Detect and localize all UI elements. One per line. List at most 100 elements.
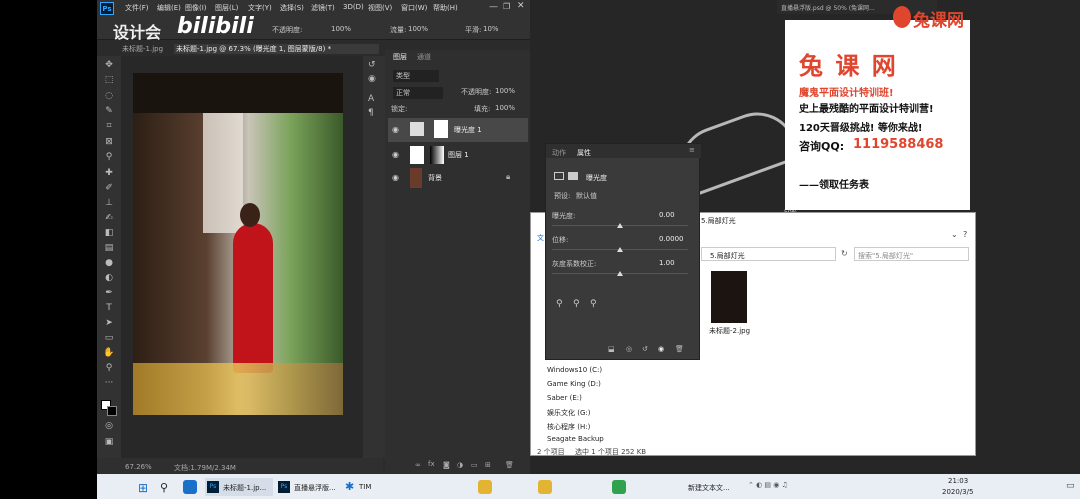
layer-mask-thumb[interactable]: [434, 120, 448, 138]
smooth-value[interactable]: 10%: [483, 25, 499, 33]
expand-ribbon-icon[interactable]: ⌄: [951, 230, 958, 239]
preset-select[interactable]: 默认值: [576, 191, 597, 201]
quick-select-icon[interactable]: ✎: [102, 106, 116, 116]
layer-row-exposure[interactable]: ◉ 曝光度 1: [388, 118, 528, 142]
windows-start-icon[interactable]: ⊞: [138, 481, 148, 499]
taskbar-ps-live[interactable]: Ps 直播悬浮版...: [276, 478, 342, 496]
crop-tool-icon[interactable]: ⌗: [102, 121, 116, 131]
folder-icon[interactable]: [478, 480, 492, 494]
eyedropper-white-icon[interactable]: ⚲: [590, 299, 597, 309]
menu-help[interactable]: 帮助(H): [433, 3, 458, 13]
menu-window[interactable]: 窗口(W): [401, 3, 427, 13]
menu-3d[interactable]: 3D(D): [343, 3, 364, 11]
menu-layer[interactable]: 图层(L): [215, 3, 238, 13]
tab-doc-2[interactable]: 未标题-1.jpg @ 67.3% (曝光度 1, 图层蒙版/8) *: [174, 44, 379, 54]
layer-row-background[interactable]: ◉ 背景 🔒︎: [388, 166, 528, 190]
healing-brush-icon[interactable]: ✚: [102, 168, 116, 178]
add-mask-icon[interactable]: ◙: [443, 461, 450, 469]
canvas-photo[interactable]: [133, 73, 343, 415]
exposure-slider-knob[interactable]: [617, 223, 623, 228]
help-icon[interactable]: ?: [963, 230, 967, 239]
zoom-tool-icon[interactable]: ⚲: [102, 363, 116, 373]
background-color[interactable]: [107, 406, 117, 416]
tab-actions[interactable]: 动作: [552, 148, 566, 158]
drive-item[interactable]: Windows10 (C:): [547, 366, 602, 374]
menu-view[interactable]: 视图(V): [368, 3, 392, 13]
drive-item[interactable]: Game King (D:): [547, 380, 601, 388]
opacity-value[interactable]: 100%: [331, 25, 351, 33]
view-previous-icon[interactable]: ◎: [626, 345, 632, 353]
layer-opacity-value[interactable]: 100%: [495, 87, 515, 95]
new-layer-icon[interactable]: ⊞: [485, 461, 491, 469]
color-icon[interactable]: ◉: [368, 74, 376, 84]
restore-icon[interactable]: ❐: [503, 2, 510, 11]
taskbar-ps-doc[interactable]: Ps 未标题-1.jp...: [205, 478, 273, 496]
flow-value[interactable]: 100%: [408, 25, 428, 33]
menu-select[interactable]: 选择(S): [280, 3, 304, 13]
reset-icon[interactable]: ↺: [642, 345, 648, 353]
quick-mask-icon[interactable]: ◎: [102, 421, 116, 431]
search-icon[interactable]: ⚲: [160, 481, 168, 499]
visibility-eye-icon[interactable]: ◉: [392, 125, 399, 134]
adjustment-icon[interactable]: ◑: [457, 461, 463, 469]
tray-icons[interactable]: ⌃ ◐ ▤ ◉ ♫: [748, 481, 788, 499]
fill-value[interactable]: 100%: [495, 104, 515, 112]
more-tools-icon[interactable]: ···: [102, 378, 116, 388]
character-icon[interactable]: A: [368, 94, 374, 104]
path-select-icon[interactable]: ➤: [102, 318, 116, 328]
close-icon[interactable]: ✕: [517, 1, 525, 11]
eyedropper-icon[interactable]: ⚲: [102, 152, 116, 162]
menu-edit[interactable]: 编辑(E): [157, 3, 181, 13]
drive-item[interactable]: Saber (E:): [547, 394, 582, 402]
panel-menu-icon[interactable]: ≡: [689, 146, 695, 154]
drive-item[interactable]: 娱乐文化 (G:): [547, 408, 590, 418]
fx-icon[interactable]: fx: [428, 460, 435, 468]
drive-item[interactable]: Seagate Backup: [547, 435, 604, 443]
exposure-value[interactable]: 0.00: [659, 211, 675, 219]
menu-file[interactable]: 文件(F): [125, 3, 149, 13]
offset-slider-knob[interactable]: [617, 247, 623, 252]
eyedropper-gray-icon[interactable]: ⚲: [573, 299, 580, 309]
shape-tool-icon[interactable]: ▭: [102, 333, 116, 343]
tab-doc-1[interactable]: 未标题-1.jpg: [122, 44, 170, 54]
notification-icon[interactable]: ▭: [1066, 481, 1075, 491]
menu-type[interactable]: 文字(Y): [248, 3, 272, 13]
blend-mode-select[interactable]: 正常: [393, 87, 443, 99]
menu-image[interactable]: 图像(I): [185, 3, 207, 13]
drive-item[interactable]: 核心程序 (H:): [547, 422, 590, 432]
stamp-tool-icon[interactable]: ⊥: [102, 198, 116, 208]
offset-value[interactable]: 0.0000: [659, 235, 684, 243]
gamma-value[interactable]: 1.00: [659, 259, 675, 267]
clip-to-layer-icon[interactable]: ⬓: [608, 345, 615, 353]
tab-layers[interactable]: 图层: [393, 52, 407, 62]
search-input[interactable]: 搜索"5.局部灯光": [854, 247, 969, 261]
frame-tool-icon[interactable]: ⊠: [102, 137, 116, 147]
text-tool-icon[interactable]: T: [102, 303, 116, 313]
mask-icon[interactable]: [568, 172, 578, 180]
eyedropper-black-icon[interactable]: ⚲: [556, 299, 563, 309]
marquee-tool-icon[interactable]: ⬚: [102, 75, 116, 85]
minimize-icon[interactable]: —: [489, 2, 498, 12]
tab-channels[interactable]: 通道: [417, 52, 431, 62]
history-brush-icon[interactable]: ✍: [102, 213, 116, 223]
layer-filter-select[interactable]: 类型: [393, 70, 439, 82]
folder-icon[interactable]: [538, 480, 552, 494]
brush-tool-icon[interactable]: ✐: [102, 183, 116, 193]
layer-mask-thumb[interactable]: [430, 146, 444, 164]
trash-icon[interactable]: 🗑︎: [505, 461, 514, 469]
history-icon[interactable]: ↺: [368, 60, 376, 70]
app-icon[interactable]: [612, 480, 626, 494]
taskbar-tim[interactable]: ✱ TIM: [343, 478, 393, 496]
menu-filter[interactable]: 滤镜(T): [311, 3, 335, 13]
link-layers-icon[interactable]: ∞: [415, 461, 421, 469]
refresh-icon[interactable]: ↻: [841, 249, 848, 258]
taskbar-notepad[interactable]: 新建文本文...: [670, 478, 738, 496]
gamma-slider-knob[interactable]: [617, 271, 623, 276]
screen-mode-icon[interactable]: ▣: [102, 437, 116, 447]
paragraph-icon[interactable]: ¶: [368, 108, 374, 118]
hand-tool-icon[interactable]: ✋: [102, 348, 116, 358]
file-thumbnail[interactable]: [711, 271, 747, 323]
delete-adjustment-icon[interactable]: 🗑︎: [675, 345, 684, 353]
address-bar[interactable]: 5.局部灯光: [701, 247, 836, 261]
eraser-tool-icon[interactable]: ◧: [102, 228, 116, 238]
